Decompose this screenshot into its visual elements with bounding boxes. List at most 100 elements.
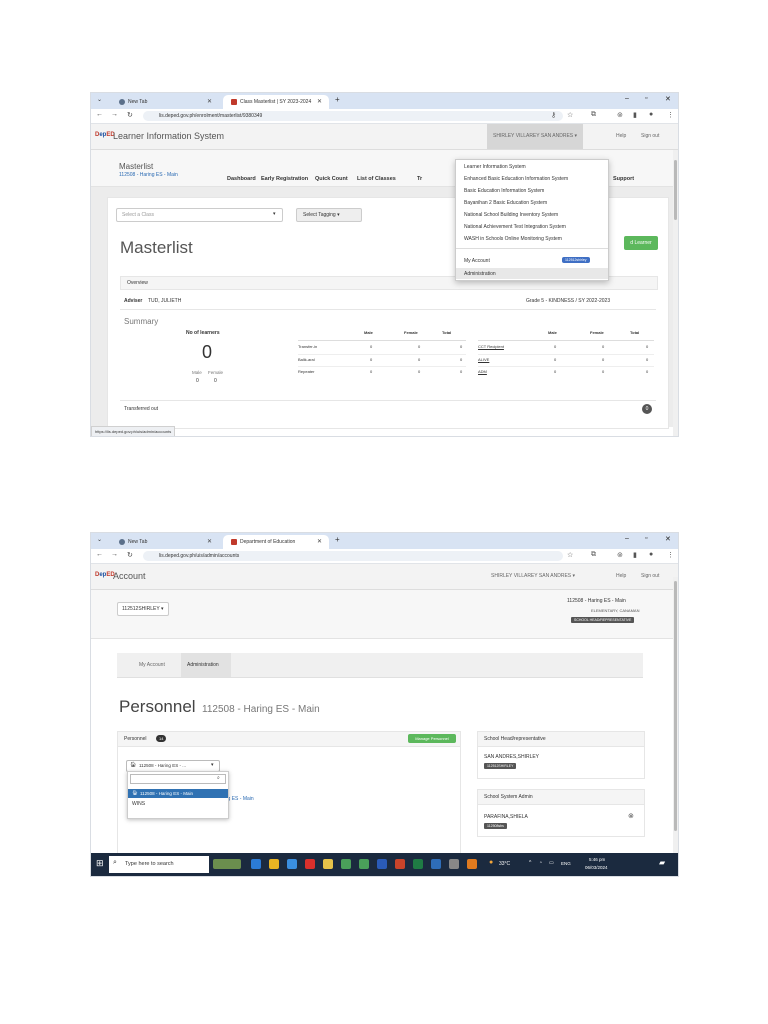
chrome-icon[interactable]: [341, 859, 351, 869]
powerpoint-icon[interactable]: [395, 859, 405, 869]
back-arrow-icon[interactable]: ←: [96, 551, 103, 558]
add-learner-button[interactable]: d Learner: [624, 236, 658, 250]
minimize-icon[interactable]: –: [625, 535, 629, 542]
nav-early-registration[interactable]: Early Registration: [261, 176, 308, 182]
menu-item-administration[interactable]: Administration: [456, 268, 608, 279]
select-tagging-button[interactable]: Select Tagging ▾: [296, 208, 362, 222]
reload-icon[interactable]: ↻: [127, 551, 133, 559]
extension-icon[interactable]: ⧉: [591, 111, 596, 119]
nav-truncated[interactable]: Tr: [417, 176, 422, 182]
nav-dashboard[interactable]: Dashboard: [227, 176, 256, 182]
sidepanel-icon[interactable]: ▮: [633, 111, 637, 119]
menu-item-wins[interactable]: WASH in Schools Online Monitoring System: [464, 236, 562, 242]
tab-administration[interactable]: Administration: [181, 653, 231, 677]
remove-circle-icon[interactable]: ⊗: [628, 812, 634, 820]
notes-icon[interactable]: [323, 859, 333, 869]
close-tab-icon[interactable]: ✕: [317, 95, 322, 109]
bookmark-star-icon[interactable]: ☆: [567, 551, 573, 559]
forward-arrow-icon[interactable]: →: [111, 551, 118, 558]
sign-out-link[interactable]: Sign out: [641, 133, 659, 139]
menu-item-nsbi[interactable]: National School Building Inventory Syste…: [464, 212, 558, 218]
manage-personnel-button[interactable]: Manage Personnel: [408, 734, 456, 743]
extension-icon[interactable]: ⧉: [591, 551, 596, 559]
tab-department-of-education[interactable]: Department of Education ✕: [223, 535, 329, 549]
nav-support[interactable]: Support: [613, 176, 634, 182]
forward-arrow-icon[interactable]: →: [111, 111, 118, 118]
clock-time[interactable]: 5:46 pm: [589, 857, 605, 862]
minimize-icon[interactable]: –: [625, 95, 629, 102]
close-tab-icon[interactable]: ✕: [207, 95, 212, 109]
widgets-icon[interactable]: [213, 859, 241, 869]
photos-icon[interactable]: [431, 859, 441, 869]
tab-list-icon[interactable]: ⌄: [97, 96, 102, 103]
close-tab-icon[interactable]: ✕: [207, 535, 212, 549]
active-app-icon[interactable]: [467, 859, 477, 869]
sign-out-link[interactable]: Sign out: [641, 573, 659, 579]
menu-item-my-account[interactable]: My Account: [464, 258, 490, 264]
menu-item-beis[interactable]: Basic Education Information System: [464, 188, 544, 194]
close-window-icon[interactable]: ✕: [665, 95, 671, 103]
row-male: 0: [370, 369, 373, 374]
tab-my-account[interactable]: My Account: [139, 662, 165, 668]
close-tab-icon[interactable]: ✕: [317, 535, 322, 549]
school-link[interactable]: 112508 - Haring ES - Main: [119, 172, 178, 178]
page-scrollbar[interactable]: [673, 150, 678, 436]
volume-icon[interactable]: ▭: [549, 860, 554, 866]
menu-item-bayanihan[interactable]: Bayanihan 2 Basic Education System: [464, 200, 547, 206]
clock-date[interactable]: 06/03/2024: [585, 865, 608, 870]
tab-new-tab[interactable]: New Tab ✕: [111, 535, 221, 549]
tab-new-tab[interactable]: New Tab ✕: [111, 95, 221, 109]
kebab-menu-icon[interactable]: ⋮: [667, 111, 674, 119]
page-scrollbar[interactable]: [673, 577, 678, 853]
dropdown-option-wins[interactable]: WINS: [132, 801, 145, 807]
url-field[interactable]: lis.deped.gov.ph/enrolment/masterlist/93…: [143, 111, 563, 121]
windows-start-icon[interactable]: ⊞: [96, 858, 104, 869]
notifications-icon[interactable]: ▰: [659, 858, 665, 867]
menu-item-lis[interactable]: Learner Information System: [464, 164, 526, 170]
acrobat-icon[interactable]: [305, 859, 315, 869]
bookmark-star-icon[interactable]: ☆: [567, 111, 573, 119]
profile-avatar-icon[interactable]: ●: [649, 551, 653, 558]
edge-icon[interactable]: [251, 859, 261, 869]
kebab-menu-icon[interactable]: ⋮: [667, 551, 674, 559]
settings-gear-icon[interactable]: [449, 859, 459, 869]
reload-icon[interactable]: ↻: [127, 111, 133, 119]
tray-chevron-icon[interactable]: ^: [529, 860, 531, 866]
user-menu-button[interactable]: SHIRLEY VILLAREY SAN ANDRES ▾: [487, 124, 584, 149]
taskbar-search-box[interactable]: ⌕ Type here to search: [109, 856, 209, 873]
dropdown-search-input[interactable]: ⌕: [130, 774, 226, 784]
key-icon[interactable]: ⚷: [551, 111, 556, 119]
menu-item-nat[interactable]: National Achievement Test Integration Sy…: [464, 224, 566, 230]
new-tab-plus-icon[interactable]: +: [335, 535, 340, 544]
nav-quick-count[interactable]: Quick Count: [315, 176, 348, 182]
chrome-profile-icon[interactable]: [359, 859, 369, 869]
nav-list-of-classes[interactable]: List of Classes: [357, 176, 396, 182]
tab-list-icon[interactable]: ⌄: [97, 536, 102, 543]
word-icon[interactable]: [377, 859, 387, 869]
help-link[interactable]: Help: [616, 133, 626, 139]
profile-avatar-icon[interactable]: ●: [649, 111, 653, 118]
maximize-icon[interactable]: ▫: [645, 535, 647, 542]
maximize-icon[interactable]: ▫: [645, 95, 647, 102]
scrollbar-thumb[interactable]: [674, 160, 677, 220]
excel-icon[interactable]: [413, 859, 423, 869]
account-select[interactable]: 112512SHIRLEY ▾: [117, 602, 169, 616]
new-tab-plus-icon[interactable]: +: [335, 95, 340, 104]
sidepanel-icon[interactable]: ▮: [633, 551, 637, 559]
tab-class-masterlist[interactable]: Class Masterlist | SY 2023-2024 ✕: [223, 95, 329, 109]
menu-item-ebeis[interactable]: Enhanced Basic Education Information Sys…: [464, 176, 568, 182]
download-icon[interactable]: ⊚: [617, 551, 623, 559]
help-link[interactable]: Help: [616, 573, 626, 579]
url-field[interactable]: lis.deped.gov.ph/uis/admin/accounts: [143, 551, 563, 561]
network-icon[interactable]: ◔: [539, 860, 542, 866]
file-explorer-icon[interactable]: [269, 859, 279, 869]
class-select[interactable]: Select a Class ▾: [116, 208, 283, 222]
user-menu-button[interactable]: SHIRLEY VILLAREY SAN ANDRES ▾: [491, 573, 575, 579]
scrollbar-thumb[interactable]: [674, 581, 677, 831]
back-arrow-icon[interactable]: ←: [96, 111, 103, 118]
language-indicator[interactable]: ENG: [561, 861, 571, 866]
dropdown-option-selected[interactable]: 🏠︎ 112508 - Haring ES - Main: [128, 789, 228, 798]
close-window-icon[interactable]: ✕: [665, 535, 671, 543]
mail-icon[interactable]: [287, 859, 297, 869]
download-icon[interactable]: ⊚: [617, 111, 623, 119]
